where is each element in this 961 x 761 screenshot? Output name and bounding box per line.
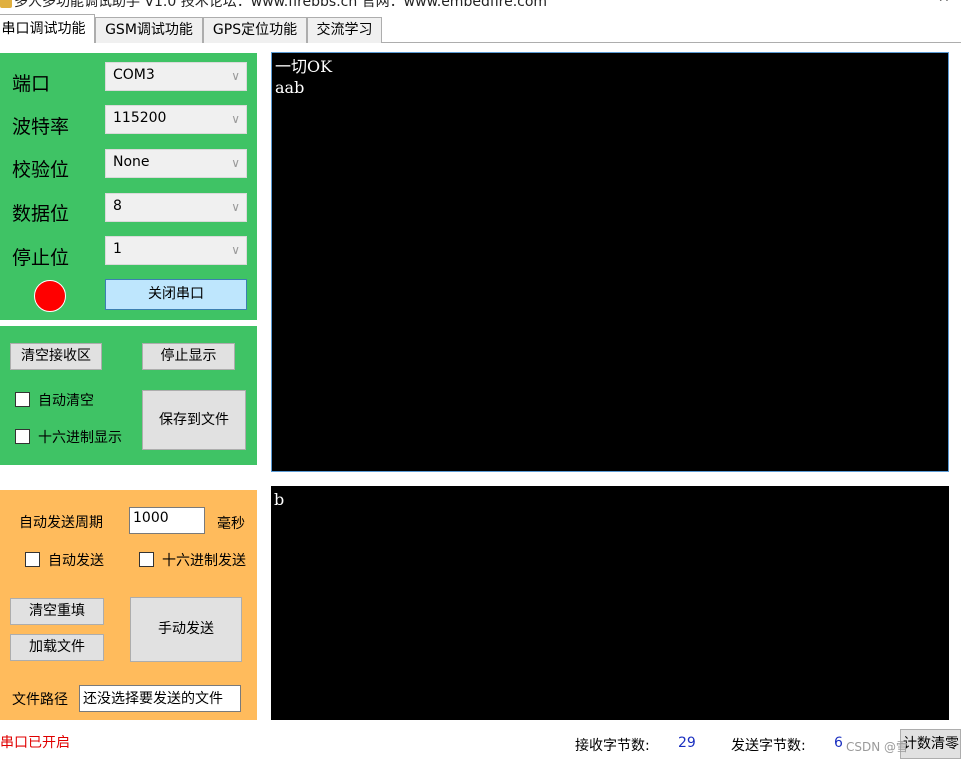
- watermark: CSDN @雪: [846, 740, 909, 754]
- baud-value: 115200: [113, 110, 167, 126]
- parity-value: None: [113, 154, 150, 170]
- save-to-file-button[interactable]: 保存到文件: [142, 390, 246, 450]
- rx-bytes-value: 29: [678, 735, 696, 751]
- send-text: b: [274, 490, 285, 509]
- tx-bytes-label: 发送字节数:: [731, 738, 806, 754]
- receive-line: 一切OK: [275, 57, 333, 76]
- auto-clear-label: 自动清空: [38, 393, 94, 409]
- port-status-text: 串口已开启: [0, 735, 70, 751]
- tab-serial-debug[interactable]: 串口调试功能: [0, 14, 95, 43]
- send-textarea[interactable]: b: [271, 486, 949, 720]
- receive-scrollbar[interactable]: [949, 52, 961, 472]
- minimize-icon[interactable]: —: [884, 0, 898, 6]
- close-icon[interactable]: ✕: [938, 0, 950, 6]
- tab-gps[interactable]: GPS定位功能: [203, 17, 307, 43]
- chevron-down-icon: ∨: [231, 112, 240, 126]
- stop-display-button[interactable]: 停止显示: [142, 343, 235, 370]
- stopbits-value: 1: [113, 241, 122, 257]
- auto-send-checkbox[interactable]: [25, 552, 40, 567]
- tab-exchange[interactable]: 交流学习: [307, 17, 382, 43]
- hex-send-label: 十六进制发送: [162, 553, 246, 569]
- title-bar: 多人多功能调试助手 V1.0 技术论坛：www.firebbs.cn 官网：ww…: [0, 0, 961, 14]
- period-input[interactable]: 1000: [129, 507, 205, 534]
- window-title: 多人多功能调试助手 V1.0 技术论坛：www.firebbs.cn 官网：ww…: [14, 0, 548, 10]
- chevron-down-icon: ∨: [231, 156, 240, 170]
- period-unit: 毫秒: [217, 516, 245, 532]
- receive-line: aab: [275, 78, 305, 97]
- stopbits-label: 停止位: [12, 247, 70, 269]
- clear-receive-button[interactable]: 清空接收区: [10, 343, 102, 370]
- app-icon: [0, 0, 12, 8]
- tx-bytes-value: 6: [834, 735, 843, 751]
- stopbits-select[interactable]: 1 ∨: [105, 236, 247, 265]
- receive-textarea[interactable]: 一切OK aab: [271, 52, 949, 472]
- port-status-indicator: [34, 280, 66, 312]
- parity-select[interactable]: None ∨: [105, 149, 247, 178]
- chevron-down-icon: ∨: [231, 69, 240, 83]
- close-port-button[interactable]: 关闭串口: [105, 279, 247, 310]
- file-path-label: 文件路径: [12, 692, 68, 708]
- baud-label: 波特率: [12, 116, 70, 138]
- manual-send-button[interactable]: 手动发送: [130, 597, 242, 662]
- reset-count-button[interactable]: 计数清零: [900, 729, 961, 759]
- databits-label: 数据位: [12, 203, 70, 225]
- port-label: 端口: [12, 73, 51, 95]
- auto-clear-checkbox[interactable]: [15, 392, 30, 407]
- chevron-down-icon: ∨: [231, 200, 240, 214]
- hex-send-checkbox[interactable]: [139, 552, 154, 567]
- serial-config-panel: 端口 COM3 ∨ 波特率 115200 ∨ 校验位 None ∨ 数据位 8 …: [0, 53, 257, 320]
- tab-gsm-debug[interactable]: GSM调试功能: [95, 17, 203, 43]
- hex-display-label: 十六进制显示: [38, 430, 122, 446]
- auto-send-label: 自动发送: [48, 553, 104, 569]
- port-select[interactable]: COM3 ∨: [105, 62, 247, 91]
- chevron-down-icon: ∨: [231, 243, 240, 257]
- period-label: 自动发送周期: [19, 515, 103, 531]
- send-controls-panel: 自动发送周期 1000 毫秒 自动发送 十六进制发送 清空重填 加载文件 手动发…: [0, 490, 257, 720]
- receive-controls-panel: 清空接收区 停止显示 自动清空 十六进制显示 保存到文件: [0, 326, 257, 465]
- file-path-input[interactable]: 还没选择要发送的文件: [79, 685, 241, 712]
- hex-display-checkbox[interactable]: [15, 429, 30, 444]
- rx-bytes-label: 接收字节数:: [575, 738, 650, 754]
- databits-select[interactable]: 8 ∨: [105, 193, 247, 222]
- baud-select[interactable]: 115200 ∨: [105, 105, 247, 134]
- parity-label: 校验位: [12, 159, 70, 181]
- clear-refill-button[interactable]: 清空重填: [10, 598, 104, 625]
- port-value: COM3: [113, 67, 155, 83]
- load-file-button[interactable]: 加载文件: [10, 634, 104, 661]
- databits-value: 8: [113, 198, 122, 214]
